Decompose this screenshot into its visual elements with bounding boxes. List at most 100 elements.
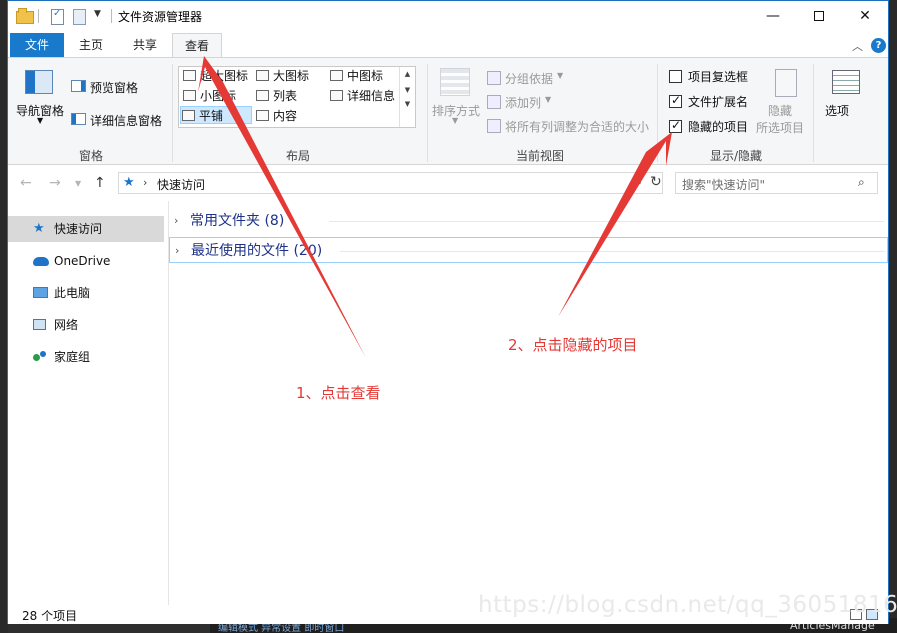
hide-selected-button-line2[interactable]: 所选项目	[756, 119, 804, 136]
network-icon	[33, 319, 46, 330]
expand-chevron-icon[interactable]: ›	[175, 238, 179, 264]
file-extensions-label[interactable]: 文件扩展名	[688, 93, 748, 110]
maximize-button[interactable]	[796, 1, 842, 31]
help-icon[interactable]: ?	[871, 38, 886, 53]
add-column-button[interactable]: 添加列	[505, 94, 541, 111]
gallery-expand-icon[interactable]: ▼	[400, 100, 415, 108]
layout-gallery-scroll[interactable]: ▲ ▼ ▼	[399, 67, 415, 127]
explorer-window: ▼ 文件资源管理器 — ✕ 文件 主页 共享 查看 ︿ ? 导航窗格 ▼ 预览窗…	[7, 0, 889, 624]
add-column-dropdown-icon[interactable]: ▼	[545, 95, 551, 104]
layout-large-icons[interactable]: 大图标	[255, 67, 309, 85]
annotation-step-1: 1、点击查看	[296, 384, 381, 402]
nav-item-label: OneDrive	[54, 254, 111, 268]
layout-small-icons[interactable]: 小图标	[182, 87, 236, 105]
group-label-layout: 布局	[285, 149, 310, 163]
layout-item-label: 超大图标	[200, 69, 249, 83]
watermark: https://blog.csdn.net/qq_36051816	[478, 592, 897, 618]
group-separator	[427, 64, 428, 162]
list-icon	[256, 90, 269, 101]
details-pane-button[interactable]: 详细信息窗格	[90, 112, 162, 129]
small-icons-icon	[183, 90, 196, 101]
layout-content[interactable]: 内容	[255, 107, 297, 125]
scroll-down-icon[interactable]: ▼	[400, 86, 415, 94]
add-column-icon	[487, 95, 501, 109]
nav-item-homegroup[interactable]: 家庭组	[8, 344, 164, 370]
sort-by-dropdown-icon[interactable]: ▼	[452, 116, 458, 125]
address-dropdown-icon[interactable]: ∨	[636, 176, 643, 187]
quick-access-star-icon: ★	[123, 175, 135, 190]
group-separator	[813, 64, 814, 162]
group-header-recent-files[interactable]: › 最近使用的文件 (20)	[169, 237, 888, 263]
search-box[interactable]: 搜索"快速访问" ⌕	[675, 172, 878, 194]
background-edge-right	[888, 0, 897, 633]
layout-extra-large-icons[interactable]: 超大图标	[182, 67, 248, 85]
nav-item-onedrive[interactable]: OneDrive	[8, 248, 164, 274]
preview-pane-button[interactable]: 预览窗格	[90, 79, 138, 96]
content-icon	[256, 110, 269, 121]
qat-customize-dropdown-icon[interactable]: ▼	[94, 9, 101, 19]
qat-separator	[38, 9, 39, 23]
layout-details[interactable]: 详细信息	[329, 87, 395, 105]
tab-view[interactable]: 查看	[172, 33, 222, 59]
hidden-items-label[interactable]: 隐藏的项目	[688, 118, 748, 135]
tab-file[interactable]: 文件	[10, 33, 64, 58]
navigation-bar: ← → ▼ ↑ ★ › 快速访问 ∨ ↻ 搜索"快速访问" ⌕	[8, 167, 888, 199]
screen: 编辑模式 异常设置 即时窗口 ArticlesManage ▼ 文件资源管理器 …	[0, 0, 897, 633]
layout-item-label: 列表	[273, 89, 298, 103]
group-label-panes: 窗格	[78, 149, 103, 163]
nav-item-label: 此电脑	[54, 286, 91, 300]
address-bar[interactable]: ★ › 快速访问 ∨ ↻	[118, 172, 663, 194]
up-arrow-icon[interactable]: ↑	[94, 175, 106, 191]
fit-columns-button[interactable]: 将所有列调整为合适的大小	[505, 118, 649, 135]
options-button[interactable]: 选项	[825, 102, 849, 119]
star-icon: ★	[33, 221, 45, 236]
nav-item-network[interactable]: 网络	[8, 312, 164, 338]
minimize-button[interactable]: —	[750, 1, 796, 31]
properties-icon[interactable]	[49, 8, 65, 25]
group-separator	[172, 64, 173, 162]
breadcrumb-quick-access[interactable]: 快速访问	[157, 176, 205, 193]
layout-list[interactable]: 列表	[255, 87, 297, 105]
group-header-frequent-folders[interactable]: › 常用文件夹 (8)	[169, 208, 888, 234]
group-by-button[interactable]: 分组依据	[505, 70, 553, 87]
group-by-dropdown-icon[interactable]: ▼	[557, 71, 563, 80]
file-list: › 常用文件夹 (8) › 最近使用的文件 (20)	[169, 201, 888, 605]
item-checkboxes-checkbox[interactable]	[669, 70, 682, 83]
medium-icons-icon	[330, 70, 343, 81]
tab-share[interactable]: 共享	[118, 33, 172, 58]
nav-item-this-pc[interactable]: 此电脑	[8, 280, 164, 306]
navigation-pane-icon[interactable]	[25, 70, 53, 94]
layout-gallery: 超大图标 大图标 中图标 小图标 列表 详细信息 平铺 内容	[178, 66, 416, 128]
preview-pane-icon	[71, 80, 86, 92]
search-icon[interactable]: ⌕	[858, 175, 865, 190]
recent-locations-dropdown-icon[interactable]: ▼	[75, 179, 81, 188]
options-icon	[832, 70, 860, 94]
expand-chevron-icon[interactable]: ›	[174, 208, 178, 234]
group-divider	[340, 251, 885, 252]
layout-tiles[interactable]: 平铺	[180, 106, 252, 124]
window-title: 文件资源管理器	[118, 10, 203, 24]
layout-item-label: 大图标	[273, 69, 310, 83]
group-by-icon	[487, 71, 501, 85]
back-arrow-icon[interactable]: ←	[20, 175, 32, 191]
nav-item-label: 快速访问	[54, 222, 103, 236]
hidden-items-checkbox[interactable]	[669, 118, 682, 133]
qat-separator	[111, 9, 112, 23]
close-button[interactable]: ✕	[842, 1, 888, 31]
forward-arrow-icon[interactable]: →	[49, 175, 61, 191]
breadcrumb-chevron-icon[interactable]: ›	[143, 176, 147, 189]
file-extensions-checkbox[interactable]	[669, 93, 682, 108]
nav-item-quick-access[interactable]: ★ 快速访问	[8, 216, 164, 242]
layout-medium-icons[interactable]: 中图标	[329, 67, 383, 85]
navigation-pane-dropdown-icon[interactable]: ▼	[37, 116, 43, 125]
hide-selected-button-line1[interactable]: 隐藏	[768, 102, 792, 119]
ribbon-tabs: 文件 主页 共享 查看 ︿ ?	[8, 31, 888, 59]
refresh-icon[interactable]: ↻	[650, 174, 662, 190]
minimize-ribbon-icon[interactable]: ︿	[852, 38, 863, 54]
group-label: 常用文件夹 (8)	[190, 213, 285, 229]
details-icon	[330, 90, 343, 101]
tab-home[interactable]: 主页	[64, 33, 118, 58]
new-folder-icon[interactable]	[71, 8, 87, 25]
scroll-up-icon[interactable]: ▲	[400, 70, 415, 78]
item-checkboxes-label[interactable]: 项目复选框	[688, 68, 748, 85]
